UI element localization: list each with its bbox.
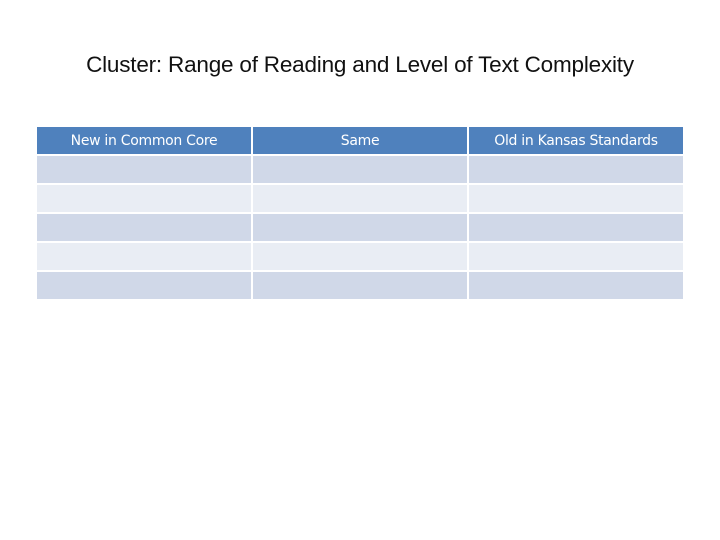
table-cell xyxy=(253,272,467,299)
table-row xyxy=(37,156,683,183)
table-cell xyxy=(253,156,467,183)
table-header-row: New in Common Core Same Old in Kansas St… xyxy=(37,127,683,154)
table-cell xyxy=(37,243,251,270)
slide-title: Cluster: Range of Reading and Level of T… xyxy=(86,52,634,77)
table-cell xyxy=(37,272,251,299)
header-new-in-common-core: New in Common Core xyxy=(37,127,251,154)
table-row xyxy=(37,272,683,299)
table-cell xyxy=(253,243,467,270)
table-cell xyxy=(37,214,251,241)
table-row xyxy=(37,185,683,212)
header-old-in-kansas-standards: Old in Kansas Standards xyxy=(469,127,683,154)
table-row xyxy=(37,243,683,270)
table-cell xyxy=(469,272,683,299)
table-cell xyxy=(469,156,683,183)
comparison-table: New in Common Core Same Old in Kansas St… xyxy=(35,125,685,301)
table-row xyxy=(37,214,683,241)
table-cell xyxy=(37,156,251,183)
table-cell xyxy=(469,214,683,241)
table-cell xyxy=(37,185,251,212)
table-cell xyxy=(469,185,683,212)
header-same: Same xyxy=(253,127,467,154)
table-cell xyxy=(253,214,467,241)
table-cell xyxy=(253,185,467,212)
table-cell xyxy=(469,243,683,270)
